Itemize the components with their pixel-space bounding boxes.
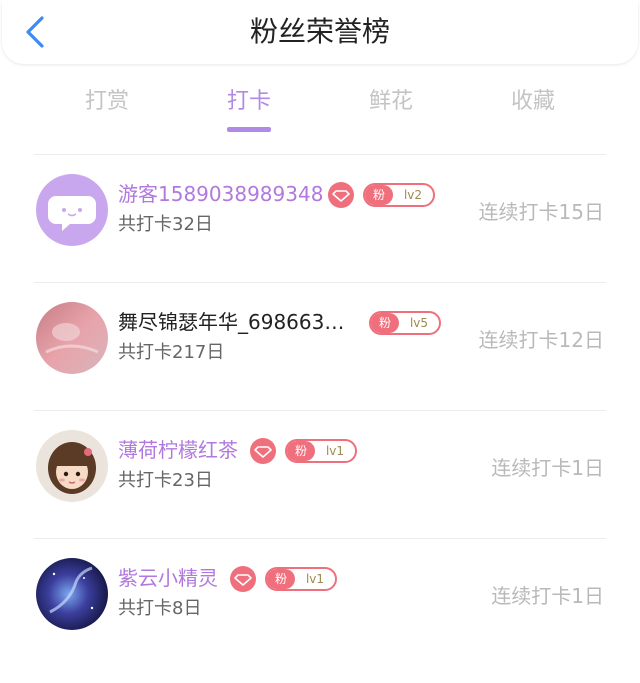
list-item[interactable]: 薄荷柠檬红茶 粉 lv1 共打卡23日 连续打卡1日: [0, 410, 640, 538]
streak-days: 连续打卡1日: [491, 584, 604, 608]
top-bar: 粉丝荣誉榜: [2, 0, 638, 64]
fan-level-badge: 粉 lv5: [369, 311, 441, 335]
chat-bubble-icon: [36, 174, 108, 246]
tab-checkin[interactable]: 打卡: [189, 78, 309, 132]
tab-reward[interactable]: 打赏: [47, 78, 167, 126]
avatar[interactable]: [36, 302, 108, 374]
active-tab-indicator: [227, 127, 271, 132]
fan-badge-label: 粉: [287, 441, 315, 461]
photo-avatar-icon: [36, 302, 108, 374]
list-item[interactable]: 游客1589038989348 粉 lv2 共打卡32日 连续打卡15日: [0, 154, 640, 282]
streak-days: 连续打卡1日: [491, 456, 604, 480]
tab-checkin-label: 打卡: [226, 89, 271, 114]
diamond-icon: [328, 182, 354, 208]
username[interactable]: 薄荷柠檬红茶: [118, 436, 238, 464]
username[interactable]: 舞尽锦瑟年华_698663…: [118, 308, 344, 336]
fan-badge-label: 粉: [365, 185, 393, 205]
diamond-icon: [230, 566, 256, 592]
list-item[interactable]: 舞尽锦瑟年华_698663… 粉 lv5 共打卡217日 连续打卡12日: [0, 282, 640, 410]
avatar[interactable]: [36, 430, 108, 502]
fan-level-badge: 粉 lv1: [285, 439, 357, 463]
page-title: 粉丝荣誉榜: [249, 15, 390, 48]
list-item[interactable]: 紫云小精灵 粉 lv1 共打卡8日 连续打卡1日: [0, 538, 640, 666]
total-checkins: 共打卡23日: [118, 470, 213, 491]
username[interactable]: 紫云小精灵: [118, 564, 218, 592]
tab-flowers[interactable]: 鲜花: [331, 78, 451, 126]
cartoon-girl-icon: [36, 430, 108, 502]
fan-badge-level: lv1: [305, 572, 325, 586]
fan-badge-level: lv5: [409, 316, 429, 330]
fan-badge-level: lv1: [325, 444, 345, 458]
total-checkins: 共打卡32日: [118, 214, 213, 235]
total-checkins: 共打卡8日: [118, 598, 202, 619]
tab-favorites[interactable]: 收藏: [473, 78, 593, 126]
username[interactable]: 游客1589038989348: [118, 180, 323, 208]
streak-days: 连续打卡12日: [478, 328, 604, 352]
total-checkins: 共打卡217日: [118, 342, 225, 363]
avatar[interactable]: [36, 174, 108, 246]
galaxy-icon: [36, 558, 108, 630]
fan-badge-label: 粉: [371, 313, 399, 333]
tab-bar: 打赏 打卡 鲜花 收藏: [0, 78, 640, 134]
fan-badge-label: 粉: [267, 569, 295, 589]
diamond-icon: [250, 438, 276, 464]
fan-level-badge: 粉 lv1: [265, 567, 337, 591]
avatar[interactable]: [36, 558, 108, 630]
fan-level-badge: 粉 lv2: [363, 183, 435, 207]
fan-badge-level: lv2: [403, 188, 423, 202]
streak-days: 连续打卡15日: [478, 200, 604, 224]
